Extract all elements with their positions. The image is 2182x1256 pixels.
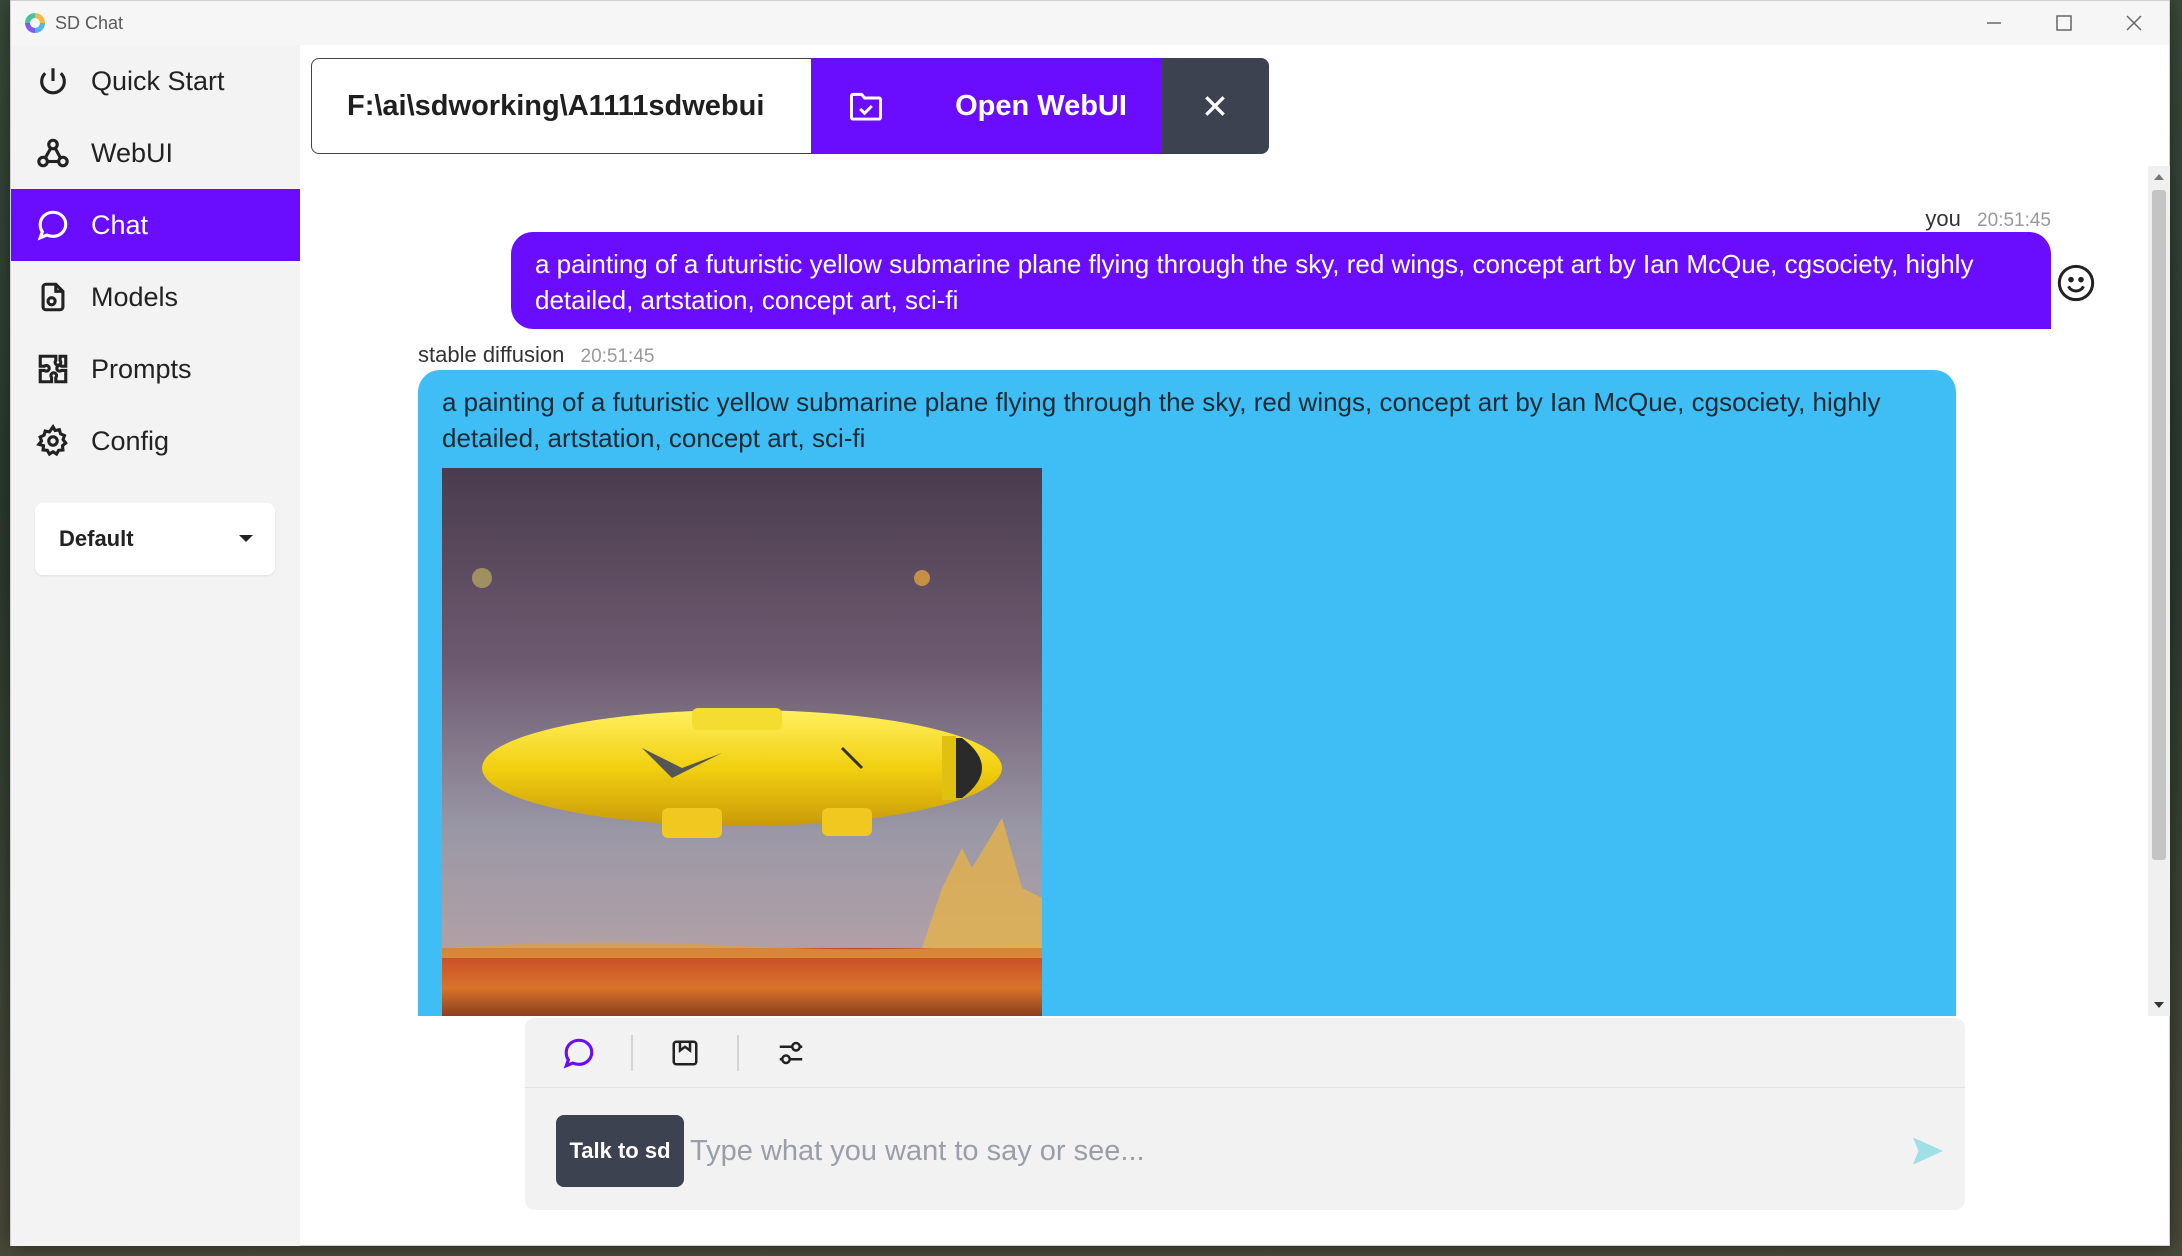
talk-to-sd-button[interactable]: Talk to sd xyxy=(556,1115,684,1187)
maximize-icon xyxy=(2056,15,2072,31)
sidebar-item-chat[interactable]: Chat xyxy=(11,189,300,261)
minimize-button[interactable] xyxy=(1959,1,2029,45)
sidebar-item-webui[interactable]: WebUI xyxy=(11,117,300,189)
close-icon xyxy=(1205,96,1225,116)
scroll-thumb[interactable] xyxy=(2152,190,2166,860)
input-toolbar xyxy=(525,1018,1965,1088)
sidebar-item-label: Prompts xyxy=(91,353,192,384)
sidebar-item-label: Config xyxy=(91,425,170,456)
smile-icon[interactable] xyxy=(2056,263,2096,303)
bot-message-text: a painting of a futuristic yellow submar… xyxy=(442,387,1881,453)
sidebar-item-prompts[interactable]: Prompts xyxy=(11,333,300,405)
chat-scrollbar[interactable] xyxy=(2148,166,2170,1016)
sidebar: Quick Start WebUI Chat Models Prompts Co… xyxy=(11,45,300,1246)
send-icon[interactable] xyxy=(1911,1136,1945,1166)
message-time: 20:51:45 xyxy=(580,346,655,367)
power-icon xyxy=(35,63,71,99)
minimize-icon xyxy=(1987,22,2001,24)
chat-messages: you 20:51:45 a painting of a futuristic … xyxy=(311,166,2141,1016)
window-controls xyxy=(1959,1,2169,45)
close-window-button[interactable] xyxy=(2099,1,2169,45)
generated-image[interactable] xyxy=(442,468,1042,1016)
sender-name: stable diffusion xyxy=(418,342,565,367)
message-meta-user: you 20:51:45 xyxy=(1925,206,2051,232)
user-message-bubble: a painting of a futuristic yellow submar… xyxy=(511,232,2051,329)
caret-down-icon xyxy=(239,535,253,542)
maximize-button[interactable] xyxy=(2029,1,2099,45)
sidebar-item-models[interactable]: Models xyxy=(11,261,300,333)
sidebar-item-label: WebUI xyxy=(91,137,174,168)
window-title: SD Chat xyxy=(55,12,124,33)
models-icon xyxy=(35,279,71,315)
close-webui-button[interactable] xyxy=(1161,58,1269,154)
profile-selected-value: Default xyxy=(59,526,134,551)
message-input[interactable] xyxy=(690,1123,1870,1179)
toolbar-divider xyxy=(631,1034,633,1071)
sidebar-item-quick-start[interactable]: Quick Start xyxy=(11,45,300,117)
close-icon xyxy=(2126,15,2142,31)
webui-path-bar: F:\ai\sdworking\A1111sdwebui Open WebUI xyxy=(311,58,1269,154)
puzzle-icon xyxy=(35,351,71,387)
message-meta-bot: stable diffusion 20:51:45 xyxy=(418,342,654,368)
chat-input-panel: Talk to sd xyxy=(525,1018,1965,1210)
gear-icon xyxy=(35,423,71,459)
title-bar: SD Chat xyxy=(11,1,2169,45)
scroll-up-arrow-icon[interactable] xyxy=(2154,174,2164,180)
app-window: SD Chat Quick Start WebUI Chat Models Pr… xyxy=(10,0,2170,1246)
sidebar-item-config[interactable]: Config xyxy=(11,405,300,477)
message-time: 20:51:45 xyxy=(1977,210,2051,231)
chat-bubble-icon xyxy=(563,1038,594,1068)
sidebar-item-label: Quick Start xyxy=(91,65,225,96)
profile-dropdown[interactable]: Default xyxy=(35,503,275,575)
sender-name: you xyxy=(1925,206,1961,231)
folder-check-icon xyxy=(850,92,882,121)
sidebar-item-label: Models xyxy=(91,281,179,312)
settings-sliders-button[interactable] xyxy=(761,1028,821,1078)
chat-bubble-icon xyxy=(35,207,71,243)
bookmark-save-icon xyxy=(672,1040,698,1065)
open-webui-button[interactable]: Open WebUI xyxy=(921,58,1161,154)
scroll-down-arrow-icon[interactable] xyxy=(2154,1002,2164,1008)
choose-folder-button[interactable] xyxy=(811,58,921,154)
save-button[interactable] xyxy=(655,1028,715,1078)
bot-message-bubble: a painting of a futuristic yellow submar… xyxy=(418,370,1956,1016)
sliders-icon xyxy=(779,1041,803,1064)
toolbar-divider xyxy=(737,1034,739,1071)
sidebar-item-label: Chat xyxy=(91,209,149,240)
chat-mode-button[interactable] xyxy=(549,1028,609,1078)
webui-path-field[interactable]: F:\ai\sdworking\A1111sdwebui xyxy=(311,58,811,154)
app-logo-icon xyxy=(25,13,45,33)
webhook-icon xyxy=(35,135,71,171)
